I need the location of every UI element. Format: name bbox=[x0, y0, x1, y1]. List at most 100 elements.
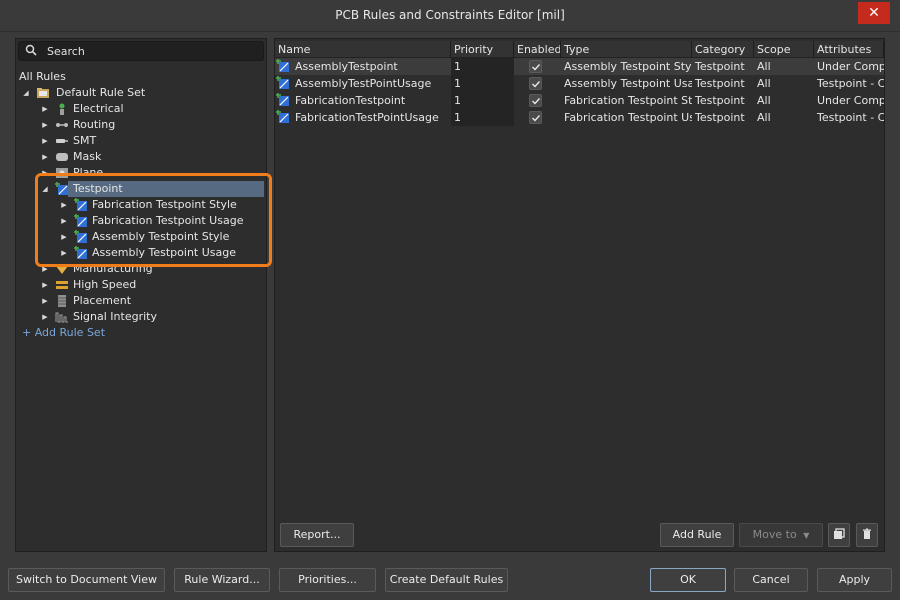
duplicate-rule-button[interactable] bbox=[828, 523, 850, 547]
mask-icon bbox=[55, 150, 69, 164]
testpoint-icon bbox=[55, 182, 69, 196]
smt-icon bbox=[55, 134, 69, 148]
tree-item-mask[interactable]: ▶ Mask bbox=[16, 149, 266, 165]
collapsed-arrow-icon[interactable]: ▶ bbox=[59, 229, 69, 245]
testpoint-rule-icon bbox=[74, 246, 88, 260]
tree-item-default-rule-set[interactable]: ◢ Default Rule Set bbox=[16, 85, 266, 101]
column-header-name[interactable]: Name bbox=[275, 41, 451, 58]
cell-attributes: Testpoint - C bbox=[817, 77, 884, 90]
collapsed-arrow-icon[interactable]: ▶ bbox=[40, 149, 50, 165]
tree-item-high-speed[interactable]: ▶ High Speed bbox=[16, 277, 266, 293]
tree-item-assembly-testpoint-usage[interactable]: ▶ Assembly Testpoint Usage bbox=[16, 245, 266, 261]
tree-label: Fabrication Testpoint Style bbox=[92, 198, 237, 211]
cell-type: Fabrication Testpoint Sty bbox=[564, 94, 692, 107]
tree-item-signal-integrity[interactable]: ▶ Signal Integrity bbox=[16, 309, 266, 325]
table-row[interactable]: FabricationTestpoint 1 Fabrication Testp… bbox=[275, 92, 884, 109]
window-title: PCB Rules and Constraints Editor [mil] bbox=[335, 8, 565, 22]
duplicate-icon bbox=[833, 527, 845, 543]
expanded-arrow-icon[interactable]: ◢ bbox=[40, 181, 50, 197]
column-header-enabled[interactable]: Enabled bbox=[514, 41, 561, 58]
collapsed-arrow-icon[interactable]: ▶ bbox=[40, 277, 50, 293]
tree-item-electrical[interactable]: ▶ Electrical bbox=[16, 101, 266, 117]
column-header-category[interactable]: Category bbox=[692, 41, 754, 58]
cell-type: Assembly Testpoint Style bbox=[564, 60, 692, 73]
search-input[interactable]: Search bbox=[18, 41, 264, 61]
tree-label: Plane bbox=[73, 166, 104, 179]
tree-item-placement[interactable]: ▶ Placement bbox=[16, 293, 266, 309]
cell-name: FabricationTestPointUsage bbox=[295, 111, 439, 124]
tree-label: Placement bbox=[73, 294, 132, 307]
table-row[interactable]: AssemblyTestPointUsage 1 Assembly Testpo… bbox=[275, 75, 884, 92]
cell-category: Testpoint bbox=[695, 60, 745, 73]
delete-rule-button[interactable] bbox=[856, 523, 878, 547]
collapsed-arrow-icon[interactable]: ▶ bbox=[40, 293, 50, 309]
signal-integrity-icon bbox=[55, 310, 69, 324]
search-placeholder: Search bbox=[47, 44, 85, 58]
table-row[interactable]: FabricationTestPointUsage 1 Fabrication … bbox=[275, 109, 884, 126]
enabled-checkbox[interactable] bbox=[529, 77, 542, 90]
enabled-checkbox[interactable] bbox=[529, 60, 542, 73]
collapsed-arrow-icon[interactable]: ▶ bbox=[59, 213, 69, 229]
report-button[interactable]: Report... bbox=[280, 523, 354, 547]
collapsed-arrow-icon[interactable]: ▶ bbox=[40, 165, 50, 181]
enabled-checkbox[interactable] bbox=[529, 94, 542, 107]
cell-name: AssemblyTestpoint bbox=[295, 60, 398, 73]
cell-name: FabricationTestpoint bbox=[295, 94, 406, 107]
collapsed-arrow-icon[interactable]: ▶ bbox=[59, 245, 69, 261]
ok-button[interactable]: OK bbox=[650, 568, 726, 592]
move-to-dropdown[interactable]: Move to ▼ bbox=[739, 523, 823, 547]
folder-icon bbox=[36, 86, 50, 100]
tree-item-smt[interactable]: ▶ SMT bbox=[16, 133, 266, 149]
tree-label: Manufacturing bbox=[73, 262, 153, 275]
tree-item-routing[interactable]: ▶ Routing bbox=[16, 117, 266, 133]
cell-priority: 1 bbox=[451, 109, 514, 126]
collapsed-arrow-icon[interactable]: ▶ bbox=[40, 133, 50, 149]
column-header-type[interactable]: Type bbox=[561, 41, 692, 58]
collapsed-arrow-icon[interactable]: ▶ bbox=[40, 101, 50, 117]
tree-item-fabrication-testpoint-style[interactable]: ▶ Fabrication Testpoint Style bbox=[16, 197, 266, 213]
column-header-scope[interactable]: Scope bbox=[754, 41, 814, 58]
trash-icon bbox=[861, 528, 873, 543]
tree-label: All Rules bbox=[19, 70, 66, 83]
rule-wizard-button[interactable]: Rule Wizard... bbox=[174, 568, 270, 592]
high-speed-icon bbox=[55, 278, 69, 292]
tree-label: Assembly Testpoint Style bbox=[92, 230, 230, 243]
enabled-checkbox[interactable] bbox=[529, 111, 542, 124]
tree-item-fabrication-testpoint-usage[interactable]: ▶ Fabrication Testpoint Usage bbox=[16, 213, 266, 229]
column-header-attributes[interactable]: Attributes bbox=[814, 41, 884, 58]
collapsed-arrow-icon[interactable]: ▶ bbox=[59, 197, 69, 213]
tree-label: Fabrication Testpoint Usage bbox=[92, 214, 244, 227]
tree-label: Default Rule Set bbox=[56, 86, 146, 99]
chevron-down-icon: ▼ bbox=[803, 531, 810, 540]
tree-item-all-rules[interactable]: All Rules bbox=[16, 69, 266, 85]
create-default-rules-button[interactable]: Create Default Rules bbox=[385, 568, 508, 592]
grid-header: Name Priority Enabled Type Category Scop… bbox=[275, 41, 884, 58]
cell-category: Testpoint bbox=[695, 94, 745, 107]
tree-label: Electrical bbox=[73, 102, 124, 115]
tree-item-assembly-testpoint-style[interactable]: ▶ Assembly Testpoint Style bbox=[16, 229, 266, 245]
cell-type: Assembly Testpoint Usag bbox=[564, 77, 692, 90]
rules-tree: All Rules ◢ Default Rule Set ▶ Electrica… bbox=[16, 69, 266, 341]
collapsed-arrow-icon[interactable]: ▶ bbox=[40, 309, 50, 325]
cell-scope: All bbox=[757, 60, 771, 73]
switch-to-document-view-button[interactable]: Switch to Document View bbox=[8, 568, 165, 592]
close-button[interactable]: ✕ bbox=[858, 2, 890, 24]
column-header-priority[interactable]: Priority bbox=[451, 41, 514, 58]
testpoint-rule-icon bbox=[276, 110, 290, 124]
expanded-arrow-icon[interactable]: ◢ bbox=[21, 85, 31, 101]
add-rule-button[interactable]: Add Rule bbox=[660, 523, 734, 547]
placement-icon bbox=[55, 294, 69, 308]
cancel-button[interactable]: Cancel bbox=[734, 568, 808, 592]
collapsed-arrow-icon[interactable]: ▶ bbox=[40, 117, 50, 133]
priorities-button[interactable]: Priorities... bbox=[279, 568, 376, 592]
add-rule-set-link[interactable]: + Add Rule Set bbox=[16, 325, 266, 341]
tree-item-plane[interactable]: ▶ Plane bbox=[16, 165, 266, 181]
table-row[interactable]: AssemblyTestpoint 1 Assembly Testpoint S… bbox=[275, 58, 884, 75]
apply-button[interactable]: Apply bbox=[817, 568, 892, 592]
tree-item-manufacturing[interactable]: ▶ Manufacturing bbox=[16, 261, 266, 277]
tree-item-testpoint[interactable]: ◢ Testpoint bbox=[16, 181, 266, 197]
testpoint-rule-icon bbox=[276, 59, 290, 73]
collapsed-arrow-icon[interactable]: ▶ bbox=[40, 261, 50, 277]
tree-label: High Speed bbox=[73, 278, 137, 291]
cell-priority: 1 bbox=[451, 58, 514, 75]
